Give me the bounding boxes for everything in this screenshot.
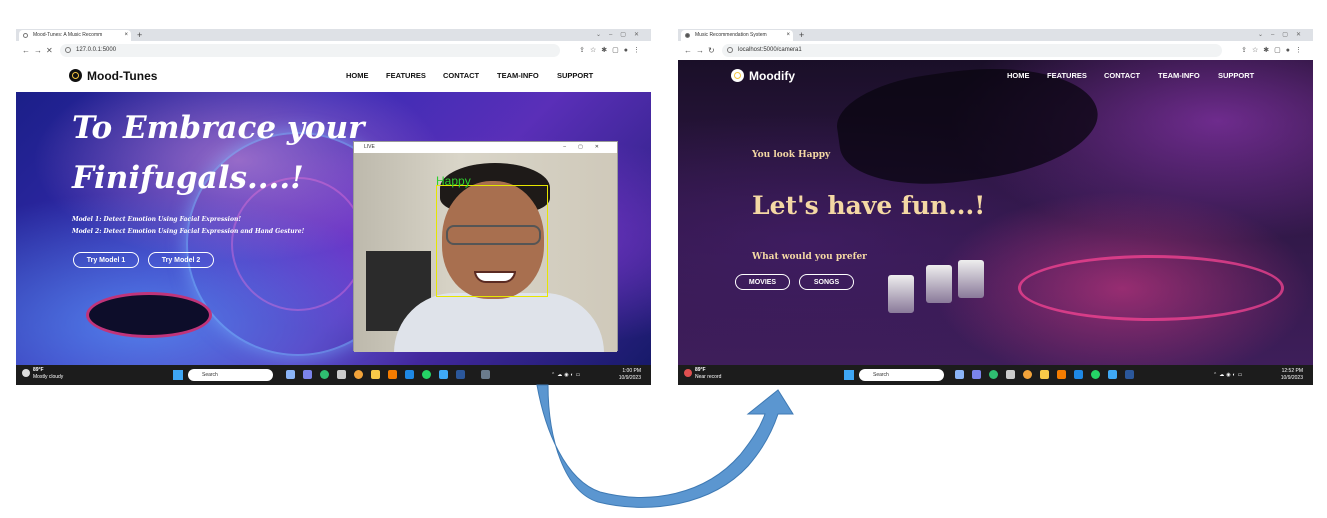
curved-arrow-icon xyxy=(536,384,794,508)
transition-arrow xyxy=(536,384,794,508)
